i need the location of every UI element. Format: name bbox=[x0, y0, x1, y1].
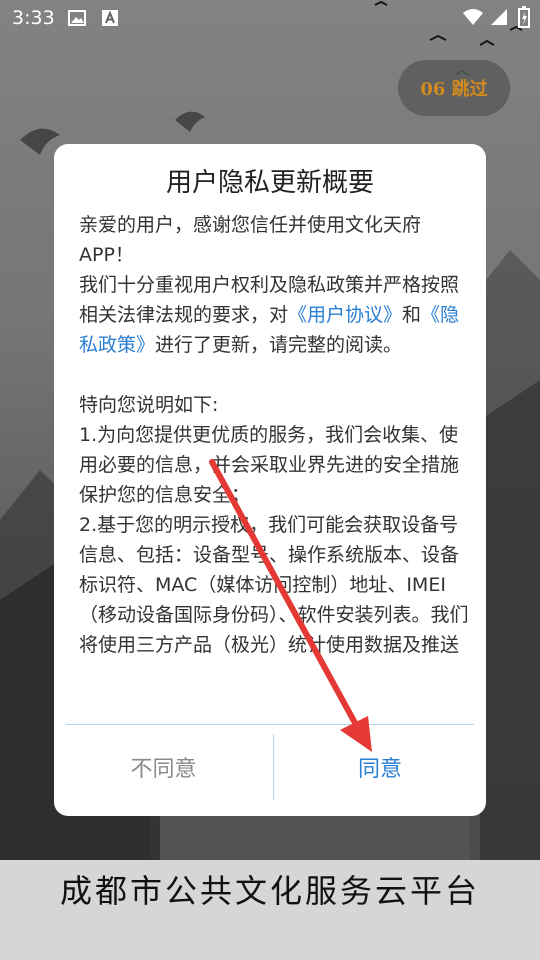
button-divider bbox=[66, 724, 474, 725]
disagree-button[interactable]: 不同意 bbox=[54, 734, 273, 800]
point-1: 1.为向您提供更优质的服务，我们会收集、使用必要的信息，并会采取业界先进的安全措… bbox=[79, 424, 460, 506]
agree-button[interactable]: 同意 bbox=[274, 734, 486, 800]
battery-icon bbox=[518, 6, 530, 32]
point-2: 2.基于您的明示授权，我们可能会获取设备号信息、包括：设备型号、操作系统版本、设… bbox=[79, 514, 469, 656]
dialog-title: 用户隐私更新概要 bbox=[165, 168, 374, 198]
greeting-text: 亲爱的用户，感谢您信任并使用文化天府APP！ bbox=[79, 214, 422, 266]
skip-button[interactable]: 06 跳过 bbox=[398, 60, 510, 116]
intro-paragraph: 我们十分重视用户权利及隐私政策并严格按照相关法律法规的要求，对《用户协议》和《隐… bbox=[79, 270, 471, 360]
status-bar: 3:33 bbox=[0, 0, 540, 36]
status-time: 3:33 bbox=[12, 7, 55, 29]
intro-after-text: 进行了更新，请完整的阅读。 bbox=[155, 334, 403, 356]
text-a-icon bbox=[102, 10, 118, 30]
footer-title: 成都市公共文化服务云平台 bbox=[59, 872, 480, 910]
scroll-fade bbox=[54, 684, 486, 724]
statement-heading: 特向您说明如下: bbox=[79, 394, 219, 416]
intro-and-text: 和 bbox=[402, 304, 422, 326]
image-icon bbox=[68, 10, 86, 30]
signal-icon bbox=[490, 8, 508, 30]
privacy-dialog: 用户隐私更新概要 亲爱的用户，感谢您信任并使用文化天府APP！ 我们十分重视用户… bbox=[54, 144, 486, 816]
user-agreement-link[interactable]: 《用户协议》 bbox=[288, 304, 402, 326]
wifi-icon bbox=[462, 8, 484, 30]
